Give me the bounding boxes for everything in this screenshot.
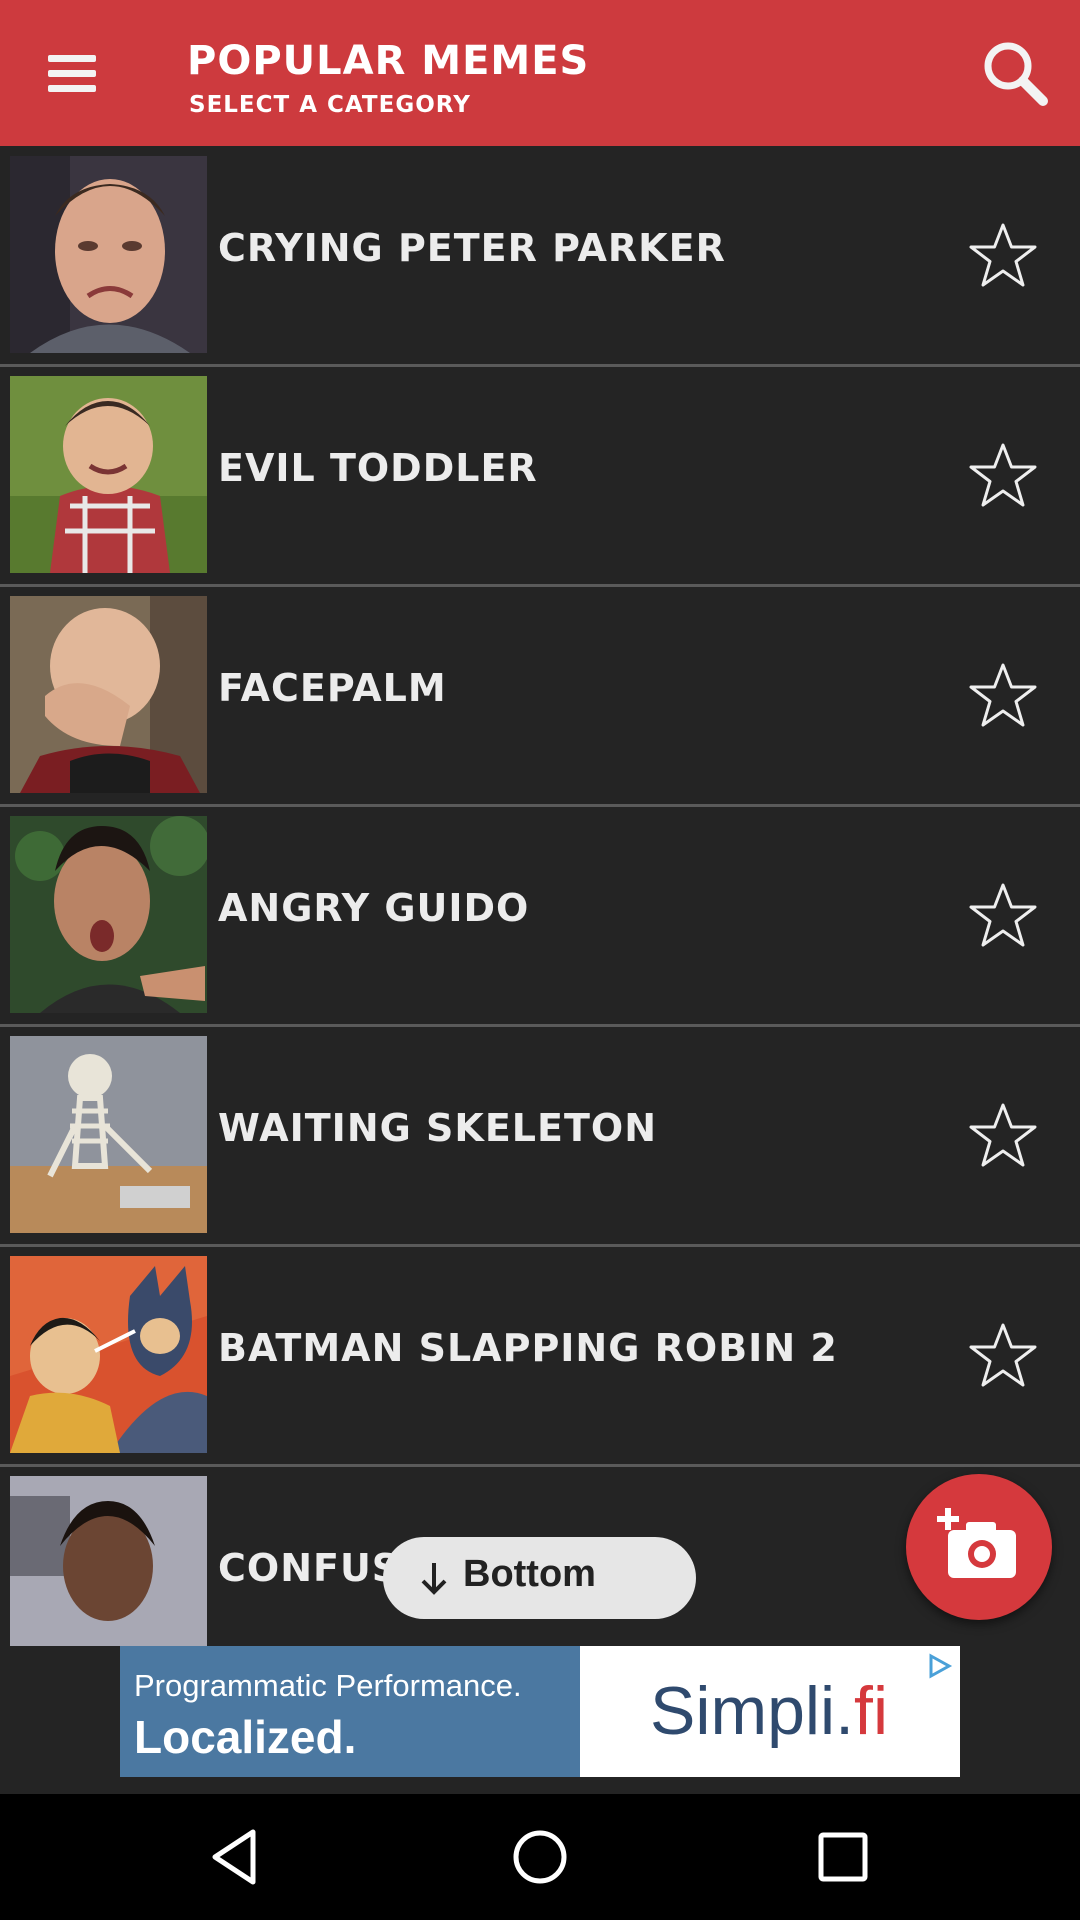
add-photo-camera-icon [937,1508,1016,1578]
system-navigation-bar [0,1794,1080,1920]
hamburger-menu-icon[interactable] [48,55,96,95]
favorite-star-icon[interactable] [968,1102,1038,1168]
list-item-facepalm[interactable]: FACEPALM [0,586,1080,807]
meme-thumbnail [10,1476,207,1646]
list-item-evil-toddler[interactable]: EVIL TODDLER [0,366,1080,587]
ad-left-panel: Programmatic Performance. Localized. [120,1646,580,1777]
ad-brand-main: Simpli. [650,1673,855,1749]
ad-tagline: Programmatic Performance. [134,1668,522,1703]
list-item-angry-guido[interactable]: ANGRY GUIDO [0,806,1080,1027]
ad-headline: Localized. [134,1711,357,1763]
meme-label: WAITING SKELETON [218,1106,658,1150]
app-header: POPULAR MEMES SELECT A CATEGORY [0,0,1080,146]
list-item-crying-peter-parker[interactable]: CRYING PETER PARKER [0,146,1080,367]
scroll-to-bottom-button[interactable]: Bottom [383,1537,696,1619]
search-icon[interactable] [980,38,1050,108]
meme-thumbnail [10,1036,207,1233]
favorite-star-icon[interactable] [968,442,1038,508]
meme-thumbnail [10,596,207,793]
meme-label: ANGRY GUIDO [218,886,530,930]
meme-label: BATMAN SLAPPING ROBIN 2 [218,1326,838,1370]
meme-thumbnail [10,1256,207,1453]
page-subtitle: SELECT A CATEGORY [189,92,471,118]
ad-brand-accent: fi [854,1673,889,1749]
list-item-batman-slapping-robin-2[interactable]: BATMAN SLAPPING ROBIN 2 [0,1246,1080,1467]
favorite-star-icon[interactable] [968,882,1038,948]
meme-label: EVIL TODDLER [218,446,538,490]
add-photo-fab[interactable] [906,1474,1052,1620]
page-title: POPULAR MEMES [187,38,590,84]
arrow-down-icon [421,1563,447,1595]
meme-category-list: CRYING PETER PARKER EVIL TODDLER FACEPAL… [0,146,1080,1646]
back-icon[interactable] [203,1822,273,1892]
meme-thumbnail [10,816,207,1013]
scroll-to-bottom-label: Bottom [463,1553,596,1595]
meme-thumbnail [10,376,207,573]
home-icon[interactable] [505,1822,575,1892]
meme-thumbnail [10,156,207,353]
favorite-star-icon[interactable] [968,662,1038,728]
ad-choices-icon[interactable] [925,1652,953,1680]
meme-label: FACEPALM [218,666,447,710]
list-item-waiting-skeleton[interactable]: WAITING SKELETON [0,1026,1080,1247]
ad-banner[interactable]: Programmatic Performance. Localized. Sim… [120,1646,960,1777]
favorite-star-icon[interactable] [968,222,1038,288]
recent-apps-icon[interactable] [808,1822,878,1892]
meme-label: CRYING PETER PARKER [218,226,726,270]
ad-brand-logo: Simpli.fi [650,1672,888,1750]
favorite-star-icon[interactable] [968,1322,1038,1388]
